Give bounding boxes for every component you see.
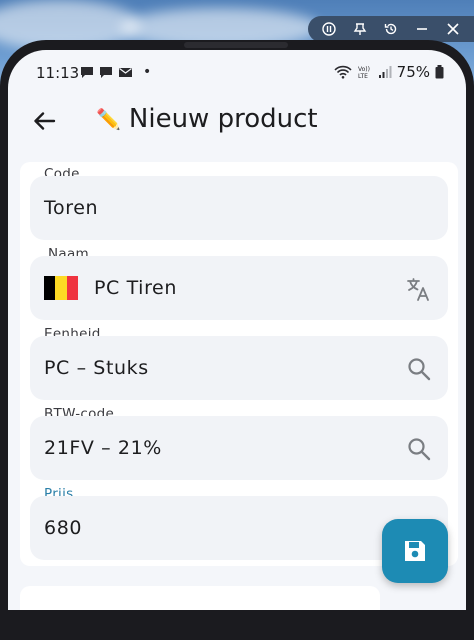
emulator-toolbar <box>308 16 474 42</box>
phone-speaker <box>184 42 288 48</box>
btw-value: 21FV – 21% <box>44 437 162 459</box>
mail-icon <box>119 67 132 77</box>
chat-bubble-icon <box>100 66 112 78</box>
belgium-flag-icon[interactable] <box>44 276 78 300</box>
minimize-icon[interactable] <box>412 19 432 39</box>
product-form-card: Code Toren Naam PC Tiren Eenheid PC – St… <box>20 162 458 566</box>
app-bar: ✏️ Nieuw product <box>8 96 466 150</box>
chat-bubble-icon <box>81 66 93 78</box>
pause-icon[interactable] <box>319 19 339 39</box>
naam-value: PC Tiren <box>94 277 177 299</box>
status-bar: 11:13 • Vo)) LTE 75% <box>8 50 466 96</box>
back-button[interactable] <box>30 106 60 136</box>
code-field[interactable]: Toren <box>30 176 448 240</box>
more-notifications-dot: • <box>143 64 152 80</box>
search-icon[interactable] <box>406 436 432 462</box>
wifi-icon <box>334 65 352 79</box>
page-title: ✏️ Nieuw product <box>96 104 318 134</box>
prijs-value: 680 <box>44 517 83 539</box>
system-icons: Vo)) LTE 75% <box>334 63 444 81</box>
save-button[interactable] <box>382 519 448 583</box>
code-value: Toren <box>44 197 99 219</box>
svg-text:LTE: LTE <box>358 73 368 79</box>
pencil-icon: ✏️ <box>96 107 121 131</box>
volte-icon: Vo))LTE <box>358 66 370 79</box>
history-icon[interactable] <box>381 19 401 39</box>
btw-field[interactable]: 21FV – 21% <box>30 416 448 480</box>
signal-icon <box>378 66 392 78</box>
eenheid-value: PC – Stuks <box>44 357 149 379</box>
close-icon[interactable] <box>443 19 463 39</box>
notification-icons: • <box>80 64 151 80</box>
battery-icon <box>435 65 444 79</box>
translate-icon[interactable] <box>406 276 432 302</box>
battery-percent: 75% <box>396 63 430 81</box>
save-icon <box>405 541 425 561</box>
status-time: 11:13 <box>36 64 80 82</box>
arrow-left-icon <box>34 112 56 130</box>
svg-text:Vo)): Vo)) <box>358 66 370 73</box>
pin-icon[interactable] <box>350 19 370 39</box>
eenheid-field[interactable]: PC – Stuks <box>30 336 448 400</box>
search-icon[interactable] <box>406 356 432 382</box>
naam-field[interactable]: PC Tiren <box>30 256 448 320</box>
page-title-text: Nieuw product <box>128 104 318 134</box>
next-section-card <box>20 586 380 610</box>
